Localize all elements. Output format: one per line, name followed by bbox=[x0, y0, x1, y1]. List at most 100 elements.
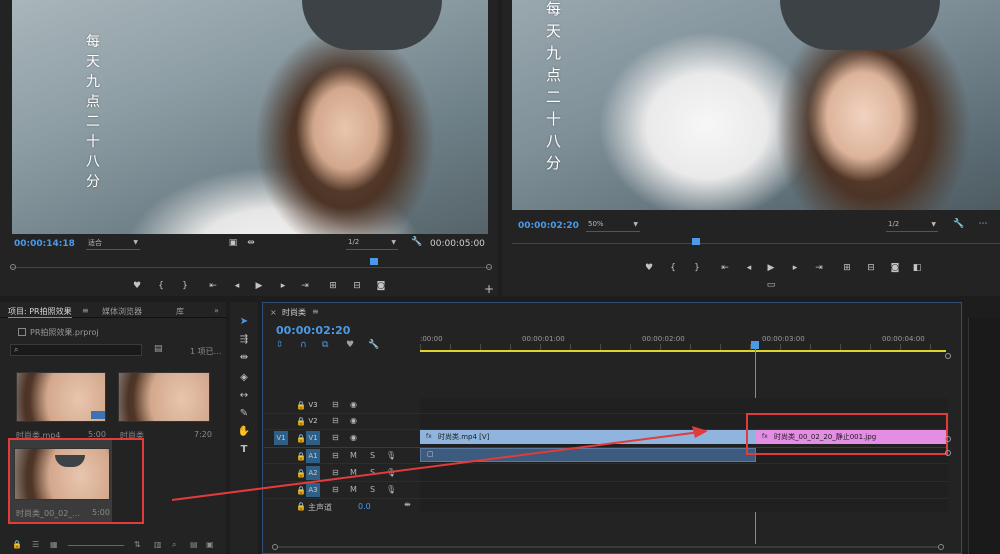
solo-button[interactable]: S bbox=[370, 451, 375, 460]
program-playhead[interactable] bbox=[692, 238, 700, 245]
timeline-settings-icon[interactable]: 🔧 bbox=[368, 340, 379, 350]
program-step-back-icon[interactable]: ◂ bbox=[742, 263, 756, 273]
add-icon[interactable]: + bbox=[482, 282, 496, 296]
timeline-menu-icon[interactable]: ≡ bbox=[312, 307, 319, 316]
eye-icon[interactable]: ◉ bbox=[350, 400, 357, 409]
audio-clip[interactable]: ▢ bbox=[420, 448, 756, 462]
icon-view-icon[interactable]: ▦ bbox=[50, 540, 58, 549]
snap-icon[interactable]: ∩ bbox=[300, 340, 307, 350]
mic-icon[interactable]: 🎙 bbox=[386, 468, 396, 477]
program-go-to-out-icon[interactable]: ⇥ bbox=[812, 263, 826, 273]
list-view-icon[interactable]: ☰ bbox=[32, 540, 39, 549]
tab-menu-icon[interactable]: ≡ bbox=[82, 306, 89, 315]
hand-tool-icon[interactable]: ✋ bbox=[237, 426, 251, 437]
ripple-edit-tool-icon[interactable]: ⇹ bbox=[237, 352, 251, 363]
track-select-tool-icon[interactable]: ⇶ bbox=[237, 334, 251, 345]
solo-button[interactable]: S bbox=[370, 468, 375, 477]
export-frame-icon[interactable]: ◙ bbox=[374, 281, 388, 291]
new-folder-icon[interactable]: ▤ bbox=[190, 540, 198, 549]
program-resolution-select[interactable]: 1/2 ▼ bbox=[886, 220, 938, 232]
source-scrubber[interactable] bbox=[10, 258, 492, 272]
mute-button[interactable]: M bbox=[350, 451, 357, 460]
program-out-point-icon[interactable]: } bbox=[690, 263, 704, 273]
video-clip[interactable]: fx 时尚类.mp4 [V] bbox=[420, 430, 756, 444]
lock-icon[interactable]: 🔒 bbox=[296, 417, 306, 426]
track-label-v2[interactable]: V2 bbox=[306, 414, 320, 428]
tab-project[interactable]: 项目: PR拍照效果 bbox=[8, 306, 72, 318]
timeline-marker-icon[interactable]: ♥ bbox=[346, 340, 354, 350]
pen-tool-icon[interactable]: ✎ bbox=[237, 408, 251, 419]
linked-selection-icon[interactable]: ⧉ bbox=[322, 340, 328, 350]
timeline-v-scroll-handle[interactable] bbox=[945, 436, 951, 442]
work-area-bar[interactable] bbox=[420, 350, 946, 352]
eye-icon[interactable]: ◉ bbox=[350, 416, 357, 425]
more-tabs-icon[interactable]: » bbox=[214, 306, 219, 315]
sync-lock-icon[interactable]: ⊟ bbox=[332, 451, 339, 460]
timeline-zoom-handle[interactable] bbox=[945, 353, 951, 359]
eye-icon[interactable]: ◉ bbox=[350, 433, 357, 442]
sync-lock-icon[interactable]: ⊟ bbox=[332, 400, 339, 409]
track-label-v1[interactable]: V1 bbox=[306, 431, 320, 445]
new-bin-icon[interactable]: ▤ bbox=[154, 344, 163, 354]
source-resolution-select[interactable]: 1/2 ▼ bbox=[346, 238, 398, 250]
insert-icon[interactable]: ⊞ bbox=[326, 281, 340, 291]
tab-libraries[interactable]: 库 bbox=[176, 306, 184, 317]
program-wrench-icon[interactable]: 🔧 bbox=[952, 219, 966, 229]
solo-button[interactable]: S bbox=[370, 485, 375, 494]
wrench-icon[interactable]: 🔧 bbox=[410, 237, 424, 247]
mic-icon[interactable]: 🎙 bbox=[386, 485, 396, 494]
timeline-sequence-name[interactable]: 时尚类 bbox=[282, 307, 306, 318]
marker-icon[interactable]: ♥ bbox=[130, 281, 144, 291]
track-label-a2[interactable]: A2 bbox=[306, 466, 320, 480]
selection-tool-icon[interactable]: ➤ bbox=[237, 316, 251, 327]
step-forward-icon[interactable]: ▸ bbox=[276, 281, 290, 291]
program-play-icon[interactable]: ▶ bbox=[764, 263, 778, 273]
timeline-v-scroll-handle[interactable] bbox=[945, 450, 951, 456]
timeline-h-scrollbar[interactable] bbox=[272, 544, 944, 550]
step-back-icon[interactable]: ◂ bbox=[230, 281, 244, 291]
automate-icon[interactable]: ▥ bbox=[154, 540, 162, 549]
sync-lock-icon[interactable]: ⊟ bbox=[332, 468, 339, 477]
program-extra-icon[interactable]: ⋯ bbox=[976, 219, 990, 229]
source-patch-v1[interactable]: V1 bbox=[274, 431, 288, 445]
drag-video-icon[interactable]: ⇹ bbox=[244, 238, 258, 248]
in-point-icon[interactable]: { bbox=[154, 281, 168, 291]
mute-button[interactable]: M bbox=[350, 485, 357, 494]
nest-icon[interactable]: ⇳ bbox=[276, 340, 284, 350]
overwrite-icon[interactable]: ⊟ bbox=[350, 281, 364, 291]
go-to-in-icon[interactable]: ⇤ bbox=[206, 281, 220, 291]
program-go-to-in-icon[interactable]: ⇤ bbox=[718, 263, 732, 273]
program-zoom-select[interactable]: 50% ▼ bbox=[586, 220, 640, 232]
lock-icon[interactable]: 🔒 bbox=[296, 469, 306, 478]
track-label-a1[interactable]: A1 bbox=[306, 449, 320, 463]
new-item-icon[interactable]: ▣ bbox=[206, 540, 214, 549]
sort-icon[interactable]: ⇅ bbox=[134, 540, 141, 549]
lock-icon[interactable]: 🔒 bbox=[12, 540, 22, 549]
program-export-frame-icon[interactable]: ◙ bbox=[888, 263, 902, 273]
program-step-forward-icon[interactable]: ▸ bbox=[788, 263, 802, 273]
play-icon[interactable]: ▶ bbox=[252, 281, 266, 291]
search-input[interactable]: ⌕ bbox=[10, 344, 142, 356]
source-zoom-select[interactable]: 适合 ▼ bbox=[86, 238, 140, 250]
lock-icon[interactable]: 🔒 bbox=[296, 502, 306, 511]
find-icon[interactable]: ⌕ bbox=[172, 540, 176, 550]
timeline-tab-close-icon[interactable]: × bbox=[270, 308, 277, 317]
out-point-icon[interactable]: } bbox=[178, 281, 192, 291]
vr-icon[interactable]: ▭ bbox=[764, 280, 778, 290]
tab-media-browser[interactable]: 媒体浏览器 bbox=[102, 306, 142, 317]
lock-icon[interactable]: 🔒 bbox=[296, 434, 306, 443]
timeline-current-time[interactable]: 00:00:02:20 bbox=[276, 324, 350, 337]
program-current-time[interactable]: 00:00:02:20 bbox=[518, 221, 579, 231]
settings-icon[interactable]: ▣ bbox=[226, 238, 240, 248]
track-label-a3[interactable]: A3 bbox=[306, 483, 320, 497]
lock-icon[interactable]: 🔒 bbox=[296, 401, 306, 410]
mute-button[interactable]: M bbox=[350, 468, 357, 477]
master-end-icon[interactable]: ⇼ bbox=[404, 500, 411, 509]
slip-tool-icon[interactable]: ↔ bbox=[237, 390, 251, 401]
lift-icon[interactable]: ⊞ bbox=[840, 263, 854, 273]
project-item-thumb[interactable] bbox=[16, 372, 106, 422]
source-playhead[interactable] bbox=[370, 258, 378, 265]
mic-icon[interactable]: 🎙 bbox=[386, 451, 396, 460]
zoom-slider[interactable] bbox=[68, 545, 124, 546]
track-label-v3[interactable]: V3 bbox=[306, 398, 320, 412]
